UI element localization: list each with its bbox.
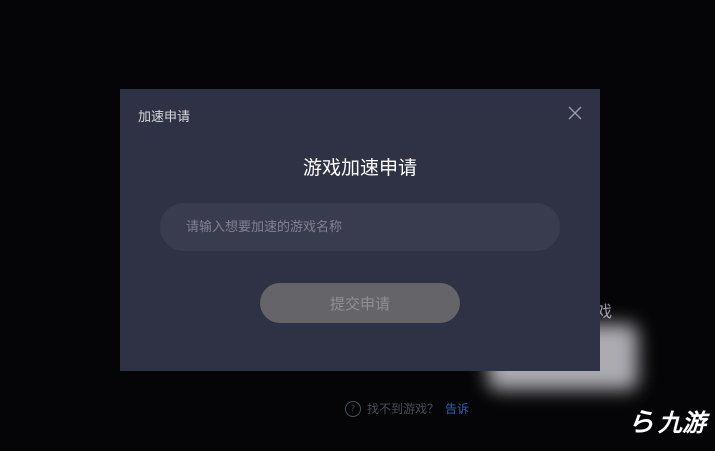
close-icon — [568, 106, 582, 120]
hint-text: 找不到游戏？ — [367, 402, 440, 416]
site-logo-mark: ら — [628, 408, 655, 438]
dialog-title: 加速申请 — [138, 110, 191, 125]
acceleration-request-dialog: 加速申请 游戏加速申请 提交申请 — [120, 89, 600, 371]
question-circle-icon: ? — [345, 400, 361, 417]
dialog-heading: 游戏加速申请 — [302, 157, 417, 179]
submit-button[interactable]: 提交申请 — [260, 283, 460, 323]
game-name-input[interactable] — [160, 203, 560, 251]
close-button[interactable] — [567, 105, 583, 121]
cannot-find-game-hint: ? 找不到游戏？ 告诉 — [345, 400, 469, 417]
hint-link[interactable]: 告诉 — [445, 400, 469, 417]
site-logo: ら 九游 — [628, 402, 706, 439]
site-logo-text: 九游 — [658, 409, 707, 437]
